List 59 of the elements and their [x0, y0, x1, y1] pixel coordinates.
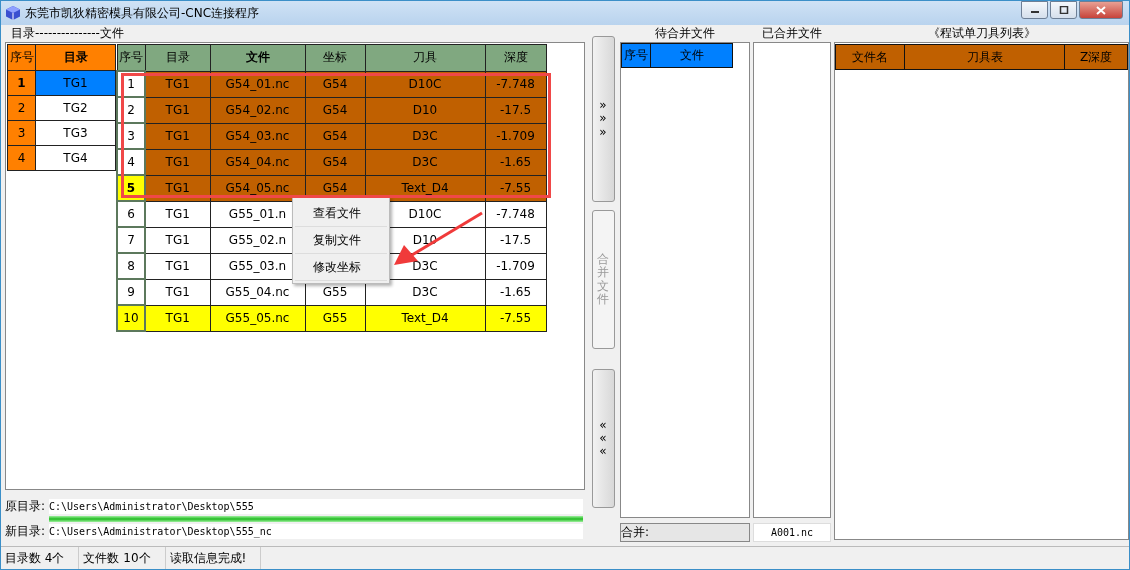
table-cell: D3C	[365, 123, 485, 149]
remove-button[interactable]: «««	[591, 369, 615, 508]
target-path-field[interactable]: C:\Users\Administrator\Desktop\555_nc	[49, 524, 583, 539]
close-icon	[1096, 5, 1106, 15]
column-header: 刀具	[365, 44, 485, 71]
directory-cell[interactable]: TG4	[35, 145, 116, 171]
column-header: 文件名	[836, 45, 905, 69]
close-button[interactable]	[1079, 1, 1123, 19]
status-text: 目录数 4个	[1, 547, 80, 569]
panel-title: 已合并文件	[761, 25, 823, 42]
column-header: 文件	[678, 47, 705, 64]
column-header: 目录	[35, 44, 116, 71]
row-number: 7	[117, 227, 145, 253]
add-button[interactable]: »»»	[591, 36, 615, 202]
menu-item[interactable]: 修改坐标	[295, 254, 387, 281]
row-number: 3	[7, 120, 36, 146]
column-header: 刀具表	[905, 45, 1065, 69]
source-path-field[interactable]: C:\Users\Administrator\Desktop\555	[49, 499, 583, 514]
table-cell: D3C	[365, 149, 485, 175]
table-cell: D10	[365, 97, 485, 123]
directory-cell[interactable]: TG2	[35, 95, 116, 121]
menu-item[interactable]: 查看文件	[295, 200, 387, 227]
field-label: 新目录:	[5, 523, 47, 540]
table-cell: G54_03.nc	[210, 123, 305, 149]
column-header: 序号	[7, 44, 36, 71]
column-header: 坐标	[305, 44, 365, 71]
row-number: 2	[7, 95, 36, 121]
field-label: 原目录:	[5, 498, 47, 515]
column-header: 深度	[485, 44, 546, 71]
row-number: 1	[7, 70, 36, 96]
maximize-button[interactable]	[1050, 1, 1077, 19]
column-header: 文件	[210, 44, 305, 71]
maximize-icon	[1058, 6, 1069, 14]
column-header: 序号	[622, 44, 651, 67]
row-number: 10	[117, 305, 145, 331]
table-cell: G55_05.nc	[210, 305, 305, 331]
merge-field: 合并:	[620, 523, 750, 542]
panel-title: 待合并文件	[654, 25, 716, 42]
panel-title: 《程试单刀具列表》	[926, 25, 1037, 42]
window-title: 东莞市凯狄精密模具有限公司-CNC连接程序	[25, 4, 261, 22]
row-number: 9	[117, 279, 145, 305]
minimize-button[interactable]	[1021, 1, 1048, 19]
group-label: 目录---------------文件	[10, 25, 125, 42]
column-header: 序号	[117, 44, 145, 71]
row-number: 4	[7, 145, 36, 171]
table-cell: G54_02.nc	[210, 97, 305, 123]
directory-cell[interactable]: TG1	[35, 70, 116, 96]
row-number: 8	[117, 253, 145, 279]
column-header: 目录	[145, 44, 210, 71]
column-header: Z深度	[1078, 49, 1114, 66]
row-number: 6	[117, 201, 145, 227]
status-text: 文件数 10个	[79, 547, 166, 569]
cube-icon	[5, 5, 21, 21]
output-name-field[interactable]: A001.nc	[753, 523, 831, 542]
table-cell: G54_04.nc	[210, 149, 305, 175]
status-text: 读取信息完成!	[165, 547, 262, 569]
menu-item[interactable]: 复制文件	[295, 227, 387, 254]
table-cell: Text_D4	[365, 305, 485, 331]
directory-cell[interactable]: TG3	[35, 120, 116, 146]
